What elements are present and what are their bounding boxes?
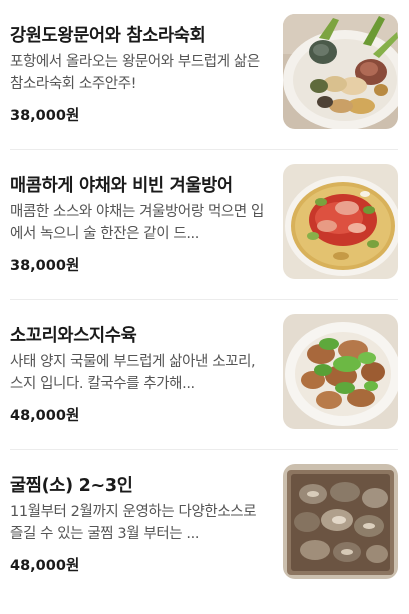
menu-divider (10, 299, 398, 300)
menu-item-photo[interactable] (283, 314, 398, 429)
menu-divider (10, 449, 398, 450)
oxtail-suyuk-plate-icon (283, 314, 398, 429)
menu-item[interactable]: 소꼬리와스지수육 사태 양지 국물에 부드럽게 삶아낸 소꼬리, 스지 입니다.… (0, 314, 409, 464)
menu-item-price: 38,000원 (10, 108, 80, 124)
menu-item[interactable]: 강원도왕문어와 참소라숙회 포항에서 올라오는 왕문어와 부드럽게 삶은 참소라… (0, 14, 409, 164)
menu-item-price: 48,000원 (10, 558, 80, 574)
menu-item-photo[interactable] (283, 164, 398, 279)
menu-item-description: 사태 양지 국물에 부드럽게 삶아낸 소꼬리, 스지 입니다. 칼국수를 추가해… (10, 354, 256, 392)
menu-item-name: 소꼬리와스지수육 (10, 326, 137, 346)
menu-divider (10, 149, 398, 150)
menu-item-photo[interactable] (283, 14, 398, 129)
octopus-conch-platter-icon (283, 14, 398, 129)
menu-item-name: 강원도왕문어와 참소라숙회 (10, 26, 206, 46)
menu-item[interactable]: 매콤하게 야채와 비빈 겨울방어 매콤한 소스와 야채는 겨울방어랑 먹으면 입… (0, 164, 409, 314)
spicy-yellowtail-salad-icon (283, 164, 398, 279)
menu-item[interactable]: 굴찜(소) 2~3인 11월부터 2월까지 운영하는 다양한소스로 즐길 수 있… (0, 464, 409, 614)
menu-item-description: 11월부터 2월까지 운영하는 다양한소스로 즐길 수 있는 굴찜 3월 부터는… (10, 504, 257, 542)
menu-item-description: 매콤한 소스와 야채는 겨울방어랑 먹으면 입에서 녹으니 술 한잔은 같이 드… (10, 204, 264, 242)
menu-item-name: 굴찜(소) 2~3인 (10, 476, 133, 496)
menu-item-description: 포항에서 올라오는 왕문어와 부드럽게 삶은 참소라숙회 소주안주! (10, 54, 260, 92)
menu-item-photo[interactable] (283, 464, 398, 579)
menu-item-price: 48,000원 (10, 408, 80, 424)
menu-item-name: 매콤하게 야채와 비빈 겨울방어 (10, 176, 233, 196)
menu-item-price: 38,000원 (10, 258, 80, 274)
steamed-oyster-box-icon (283, 464, 398, 579)
